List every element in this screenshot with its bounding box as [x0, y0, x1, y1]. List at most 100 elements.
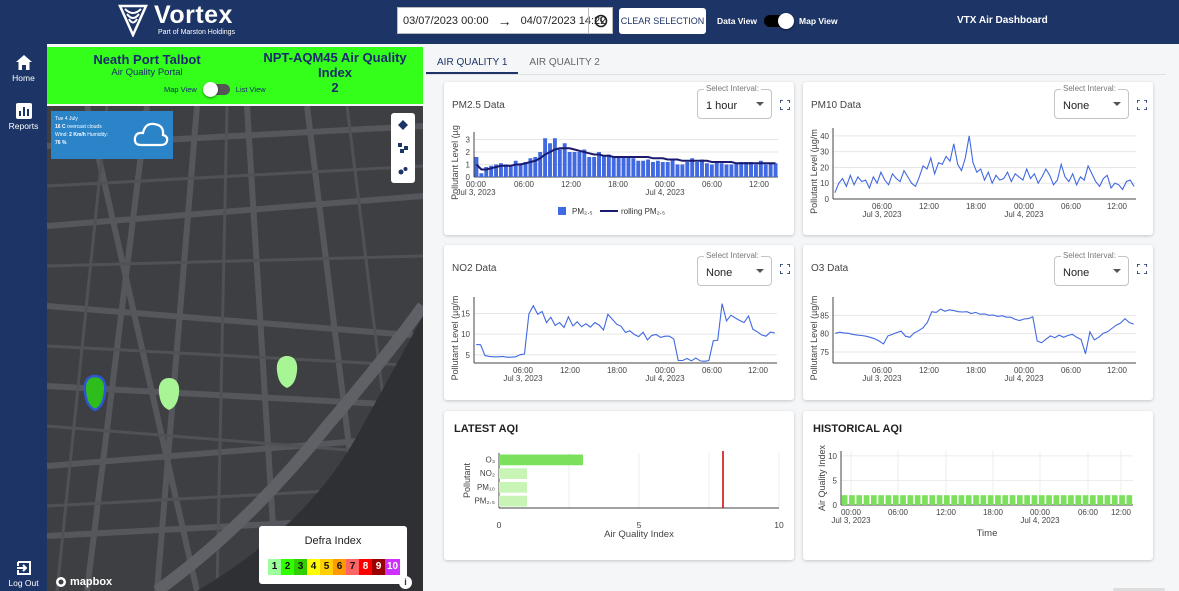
- x-tick-label: 18:00: [608, 180, 629, 189]
- view-toggle[interactable]: Data View Map View: [717, 13, 838, 29]
- aqi-bar: [863, 495, 870, 505]
- x-tick-date: Jul 3, 2023: [862, 210, 902, 219]
- no2-card: NO2 Data Select Interval: None 5 10 15 Poll…: [444, 245, 794, 400]
- y-tick-label: PM₁₀: [477, 483, 495, 492]
- sidebar-item-home[interactable]: Home: [0, 54, 47, 83]
- map[interactable]: Tue 4 July 16 C overcast clouds Wind: 2 …: [47, 106, 423, 591]
- o3-chart: 75 80 85Pollutant Level (µg/m 06:00 Jul 3, 2…: [809, 296, 1136, 383]
- view-switch[interactable]: [764, 13, 795, 29]
- aqi-bar: [1126, 495, 1133, 505]
- sensor-marker[interactable]: [274, 354, 300, 392]
- pm10-chart: 0 10 20 30 40Pollutant Level (µg/m 06:00 Jul 3…: [809, 128, 1136, 219]
- x-axis-label: Air Quality Index: [604, 529, 674, 540]
- y-tick-label: 10: [461, 330, 470, 339]
- aqi-bar: [922, 495, 928, 505]
- x-tick-date: Jul 4, 2023: [1020, 516, 1060, 525]
- sidebar-item-label: Log Out: [8, 578, 39, 588]
- vortex-logo[interactable]: Vortex Part of Marston Holdings: [118, 3, 235, 37]
- pm25-bar: [513, 160, 518, 177]
- wind-label: Wind:: [55, 132, 68, 138]
- pm25-bar: [611, 157, 616, 177]
- cloud-icon: [133, 122, 169, 147]
- x-tick-label: 18:00: [983, 508, 1004, 517]
- pm25-bar: [552, 138, 557, 177]
- sidebar-item-logout[interactable]: Log Out: [0, 560, 47, 588]
- x-tick-label: 06:00: [1061, 366, 1082, 375]
- sensor-marker[interactable]: [156, 376, 182, 414]
- y-tick-label: 15: [461, 310, 470, 319]
- y-axis-label: Air Quality Index: [817, 444, 827, 511]
- cluster-icon: [398, 166, 408, 174]
- map-list-toggle[interactable]: Map View List View: [164, 82, 266, 97]
- mapbox-attribution[interactable]: mapbox: [55, 576, 112, 588]
- aqi-bar: [878, 495, 884, 505]
- pm25-bar: [753, 164, 758, 177]
- o3-card: O3 Data Select Interval: None 75 80 85 Poll…: [803, 245, 1153, 400]
- clear-selection-button[interactable]: CLEAR SELECTION: [619, 8, 706, 34]
- x-tick-label: 06:00: [1061, 202, 1082, 211]
- legend-label: rolling PM₂.₅: [621, 207, 665, 216]
- x-tick-date: Jul 3, 2023: [862, 374, 902, 383]
- defra-level-2: 2: [281, 559, 294, 575]
- pm25-bar: [768, 163, 773, 177]
- arrow-right-icon: →: [497, 12, 512, 29]
- aqi-bar: [1031, 495, 1038, 505]
- pm25-bar: [675, 164, 680, 177]
- pm25-bar: [695, 162, 700, 177]
- logo-title: Vortex: [154, 1, 233, 29]
- sensors-button[interactable]: [391, 136, 415, 159]
- tab-air-quality-2[interactable]: AIR QUALITY 2: [518, 50, 610, 74]
- legend-label: PM₂.₅: [572, 207, 593, 216]
- historical-aqi-chart: 051000:00Jul 3, 202306:00 12:00 18:00 00:00…: [817, 444, 1133, 539]
- sensor-marker-selected[interactable]: [82, 374, 108, 414]
- defra-level-6: 6: [333, 559, 346, 575]
- map-list-switch[interactable]: [202, 82, 230, 97]
- x-tick-date: Jul 3, 2023: [503, 374, 543, 383]
- y-axis-label: Pollutant Level (µg/m: [450, 296, 460, 381]
- y-tick-label: 40: [820, 132, 829, 141]
- map-view-label: Map View: [164, 85, 197, 94]
- clock-icon[interactable]: [588, 8, 612, 33]
- layers-button[interactable]: [391, 113, 415, 136]
- defra-level-7: 7: [346, 559, 359, 575]
- weather-temp: 16 C: [55, 124, 66, 130]
- aqi-bar: [907, 495, 914, 505]
- pm25-bar: [719, 163, 724, 177]
- wind-value: 2 Km/h: [69, 132, 86, 138]
- aqi-bar: [856, 495, 863, 505]
- defra-level-5: 5: [320, 559, 333, 575]
- x-tick-date: Jul 3, 2023: [831, 516, 871, 525]
- sidebar-item-reports[interactable]: Reports: [0, 103, 47, 131]
- pm25-bar: [572, 152, 577, 177]
- date-range-picker[interactable]: 03/07/2023 00:00 → 04/07/2023 14:22: [397, 7, 613, 34]
- defra-level-8: 8: [359, 559, 372, 575]
- x-tick-label: 12:00: [1107, 366, 1128, 375]
- y-tick-label: 85: [820, 311, 829, 320]
- aqi-bar: [1104, 495, 1111, 505]
- pm25-bar: [685, 162, 690, 177]
- date-from[interactable]: 03/07/2023 00:00: [403, 15, 489, 27]
- sensor-map-icon: [398, 142, 408, 153]
- pm25-bar: [626, 157, 631, 177]
- x-tick-label: 10: [774, 520, 784, 530]
- pm25-bar: [670, 159, 675, 177]
- map-info-icon[interactable]: i: [399, 576, 412, 589]
- cluster-button[interactable]: [391, 159, 415, 182]
- pm25-bar: [582, 149, 587, 177]
- y-tick-label: 0: [825, 195, 830, 204]
- x-tick-label: 06:00: [702, 180, 723, 189]
- aqi-bar: [958, 495, 965, 505]
- historical-aqi-card: HISTORICAL AQI 0 5 10 00:00 Jul 3, 2023 06:00…: [803, 411, 1153, 560]
- pm25-bar: [567, 152, 572, 177]
- y-tick-label: O₃: [486, 455, 495, 464]
- sidebar: Home Reports Log Out: [0, 44, 47, 591]
- pm25-bar: [714, 162, 719, 177]
- x-tick-label: 18:00: [966, 366, 987, 375]
- tab-air-quality-1[interactable]: AIR QUALITY 1: [426, 50, 519, 74]
- aqi-bar: [499, 482, 527, 493]
- pm25-bar: [621, 157, 626, 177]
- aqi-bar: [1060, 495, 1067, 505]
- aqi-bar: [951, 495, 957, 505]
- x-tick-label: 12:00: [1111, 508, 1132, 517]
- x-tick-date: Jul 4, 2023: [645, 374, 685, 383]
